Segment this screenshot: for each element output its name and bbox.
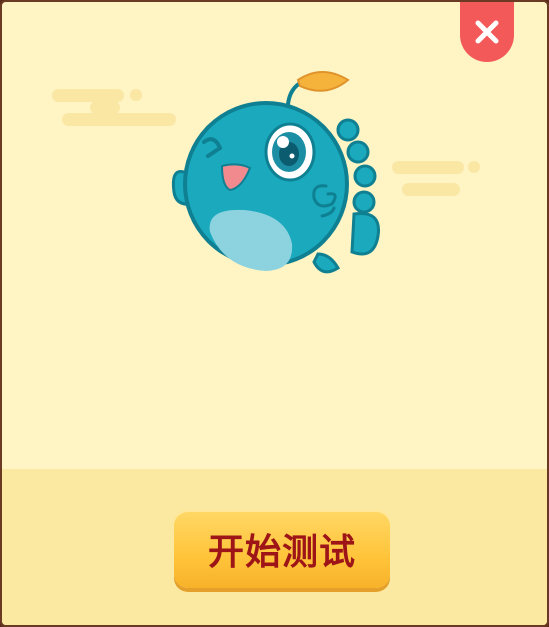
cloud-left-decoration	[52, 89, 176, 126]
pufferfish-mascot-icon	[171, 71, 380, 274]
close-x-icon	[475, 20, 499, 44]
illustration-area	[2, 2, 547, 469]
close-button[interactable]	[460, 2, 514, 62]
start-test-button[interactable]: 开始测试	[174, 510, 390, 588]
start-test-label: 开始测试	[207, 532, 356, 573]
cloud-right-decoration	[392, 161, 480, 196]
test-start-dialog: 开始测试	[0, 0, 549, 627]
